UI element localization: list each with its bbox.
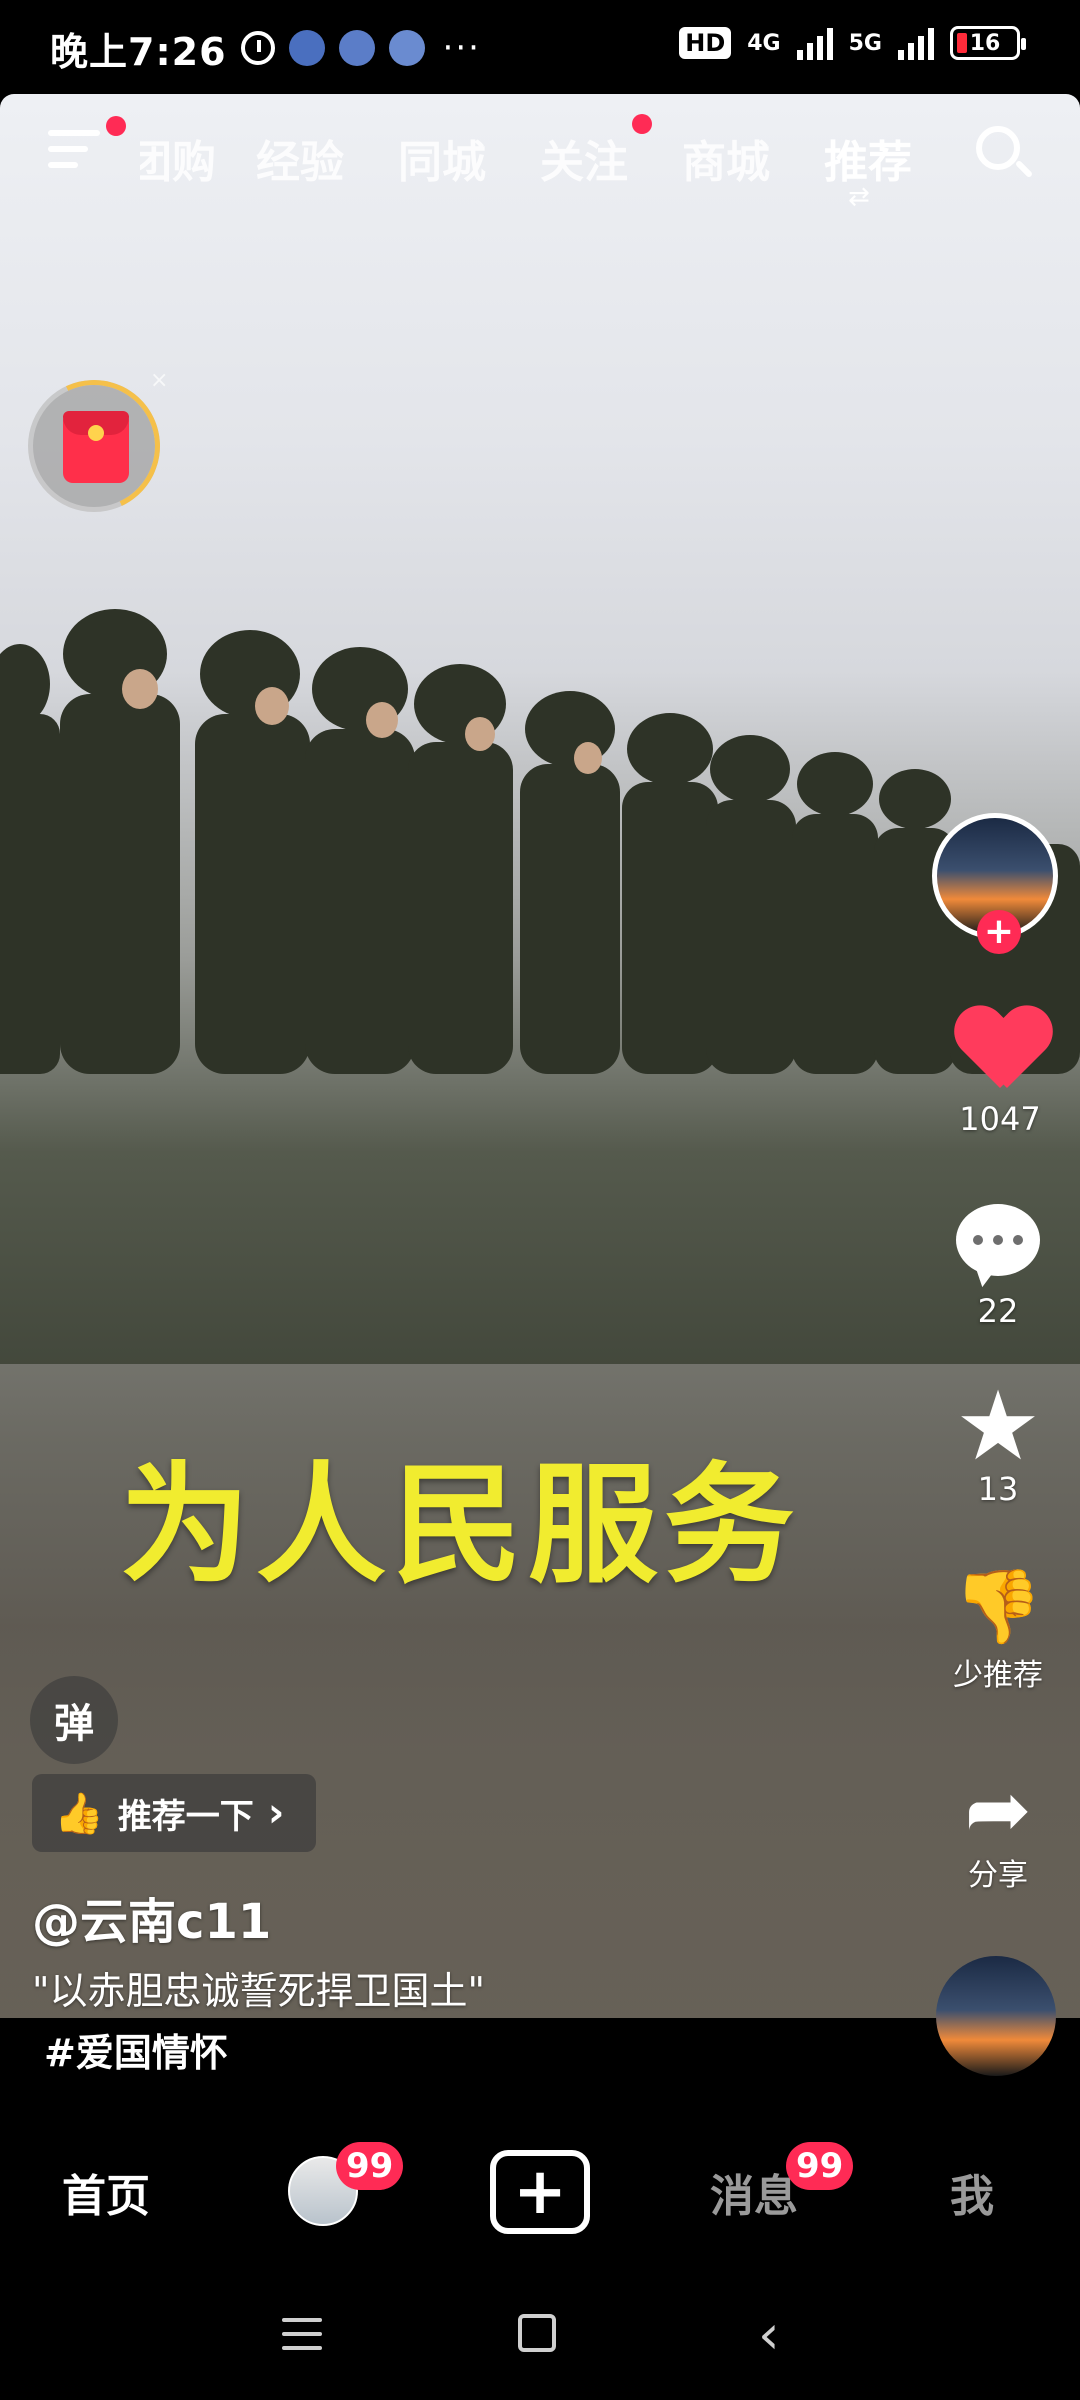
top-nav: 团购 经验 同城 关注 商城 推荐 ⇄ <box>0 94 1080 214</box>
author-name[interactable]: @云南c11 <box>32 1882 271 1952</box>
chevron-right-icon: › <box>267 1790 285 1836</box>
create-button[interactable]: + <box>490 2150 590 2234</box>
messages-badge: 99 <box>786 2142 854 2190</box>
follow-plus-icon[interactable]: + <box>977 910 1021 954</box>
friends-badge: 99 <box>336 2142 404 2190</box>
like-count: 1047 <box>959 1100 1041 1138</box>
tab-home[interactable]: 首页 <box>62 2160 150 2224</box>
recent-apps-icon[interactable] <box>282 2318 322 2360</box>
signal-icon <box>796 26 833 60</box>
recommend-button[interactable]: 👍 推荐一下 › <box>32 1774 316 1852</box>
danmu-toggle-button[interactable]: 弹 <box>30 1676 118 1764</box>
tab-group-buy[interactable]: 团购 <box>140 126 216 190</box>
share-button[interactable]: ➦ 分享 <box>928 1770 1068 1894</box>
tab-recommend[interactable]: 推荐 <box>824 126 912 190</box>
bottom-tab-bar: 首页 99 + 消息 99 我 <box>0 2108 1080 2278</box>
status-time: 晚上7:26 <box>50 29 227 74</box>
tab-me[interactable]: 我 <box>950 2160 994 2224</box>
red-envelope-icon <box>63 411 129 483</box>
heart-icon <box>955 1008 1045 1092</box>
network-5g-label: 5G <box>848 30 882 56</box>
danmu-label: 弹 <box>54 1701 94 1747</box>
tab-messages[interactable]: 消息 <box>710 2160 798 2224</box>
hashtag-link[interactable]: #爱国情怀 <box>44 2022 228 2077</box>
network-4g-label: 4G <box>747 30 781 56</box>
post-description: "以赤胆忠诚誓死捍卫国土" <box>32 1969 485 2013</box>
tab-local[interactable]: 同城 <box>398 126 486 190</box>
weather-icon <box>388 30 425 66</box>
following-notification-dot <box>632 114 652 134</box>
favorite-button[interactable]: ★ 13 <box>928 1378 1068 1508</box>
signal-icon <box>898 26 934 60</box>
like-button[interactable]: 1047 <box>930 1008 1070 1138</box>
star-icon: ★ <box>954 1370 1042 1482</box>
red-packet-widget[interactable] <box>9 361 179 531</box>
tab-mall[interactable]: 商城 <box>682 126 770 190</box>
music-disc[interactable] <box>936 1956 1056 2076</box>
dislike-button[interactable]: 👎 少推荐 <box>928 1570 1068 1694</box>
dislike-label: 少推荐 <box>953 1658 1043 1693</box>
recommend-label: 推荐一下 <box>117 1796 254 1837</box>
comment-icon <box>956 1204 1040 1276</box>
comment-button[interactable]: 22 <box>928 1204 1068 1330</box>
home-icon[interactable] <box>518 2314 556 2352</box>
favorite-count: 13 <box>977 1470 1019 1508</box>
plus-icon: + <box>513 2155 567 2229</box>
system-nav-bar: ‹ <box>0 2278 1080 2400</box>
share-label: 分享 <box>968 1858 1028 1893</box>
hd-voice-icon: HD <box>679 27 732 59</box>
switch-icon[interactable]: ⇄ <box>848 182 870 212</box>
search-icon[interactable] <box>974 124 1034 184</box>
app-notification-icon <box>338 30 375 66</box>
battery-icon: 16 <box>950 26 1026 60</box>
app-notification-icon <box>288 30 325 66</box>
more-notifications-icon: ··· <box>442 28 481 68</box>
status-notification-icons <box>240 30 425 66</box>
back-icon[interactable]: ‹ <box>758 2308 780 2362</box>
status-bar: 晚上7:26 ··· HD 4G 5G 16 <box>0 0 1080 96</box>
tab-experience[interactable]: 经验 <box>256 126 344 190</box>
status-right: HD 4G 5G 16 <box>679 26 1026 60</box>
menu-icon[interactable] <box>48 130 104 180</box>
thumbs-up-icon: 👍 <box>54 1790 104 1837</box>
comment-count: 22 <box>977 1292 1019 1330</box>
tab-following[interactable]: 关注 <box>540 126 628 190</box>
share-arrow-icon: ➦ <box>964 1763 1032 1856</box>
battery-level: 16 <box>969 30 1001 56</box>
video-caption: 为人民服务 <box>120 1449 801 1601</box>
red-packet-close-icon[interactable]: × <box>150 368 168 393</box>
video-frame-soldiers <box>0 609 1080 1074</box>
alarm-icon <box>240 31 275 65</box>
thumbs-down-icon: 👎 <box>953 1564 1043 1648</box>
menu-notification-dot <box>106 116 126 136</box>
